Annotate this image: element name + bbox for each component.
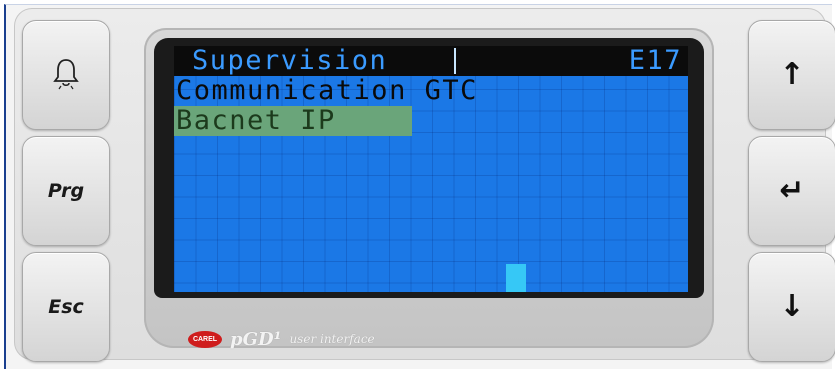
screen-code: E17 xyxy=(628,46,682,76)
pgd-terminal: Prg Esc ↑ ↵ ↓ Supervision E17 Communicat… xyxy=(14,8,835,362)
text-cursor xyxy=(454,48,456,74)
alarm-button[interactable] xyxy=(22,20,110,130)
screen-title-bar: Supervision E17 xyxy=(174,46,688,76)
enter-button[interactable]: ↵ xyxy=(748,136,835,246)
arrow-up-icon: ↑ xyxy=(779,57,805,92)
arrow-down-icon: ↓ xyxy=(779,289,805,324)
enter-icon: ↵ xyxy=(779,173,805,208)
up-button[interactable]: ↑ xyxy=(748,20,835,130)
product-name: pGD¹ xyxy=(230,328,282,350)
cursor-block xyxy=(506,264,526,292)
carel-logo: CAREL xyxy=(188,330,222,348)
screen-title: Supervision xyxy=(192,46,388,76)
down-button[interactable]: ↓ xyxy=(748,252,835,362)
prg-button-label: Prg xyxy=(47,180,85,202)
bell-icon xyxy=(51,56,81,95)
esc-button-label: Esc xyxy=(48,296,84,318)
menu-item-label: Bacnet IP xyxy=(176,105,336,136)
prg-button[interactable]: Prg xyxy=(22,136,110,246)
menu-heading-text: Communication GTC xyxy=(176,75,478,106)
esc-button[interactable]: Esc xyxy=(22,252,110,362)
product-subtitle: user interface xyxy=(289,332,375,346)
menu-item-selected[interactable]: Bacnet IP xyxy=(174,106,412,136)
menu-heading: Communication GTC xyxy=(174,76,476,106)
display-bezel: Supervision E17 Communication GTC Bacnet… xyxy=(144,28,714,350)
lcd-screen: Supervision E17 Communication GTC Bacnet… xyxy=(174,46,688,292)
display-frame: Supervision E17 Communication GTC Bacnet… xyxy=(154,38,704,298)
brand-strip: CAREL pGD¹ user interface xyxy=(188,328,375,350)
